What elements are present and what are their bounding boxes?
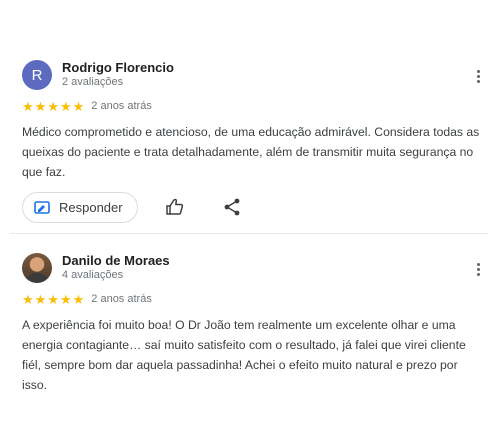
star-icon: ★	[59, 291, 72, 307]
more-vert-icon	[476, 69, 480, 73]
rating-row: ★ ★ ★ ★ ★ 2 anos atrás	[22, 98, 488, 114]
review-text: A experiência foi muito boa! O Dr João t…	[22, 318, 466, 392]
review-time: 2 anos atrás	[91, 100, 152, 112]
more-vert-icon	[476, 262, 480, 266]
review-actions: Responder	[22, 192, 488, 226]
reviewer-name[interactable]: Rodrigo Florencio	[62, 60, 174, 75]
star-icon: ★	[34, 98, 47, 114]
star-rating: ★ ★ ★ ★ ★	[22, 293, 84, 306]
reply-icon	[34, 200, 50, 214]
star-rating: ★ ★ ★ ★ ★	[22, 100, 84, 113]
avatar[interactable]	[22, 253, 52, 283]
review-text: Médico comprometido e atencioso, de uma …	[22, 125, 480, 179]
avatar[interactable]: R	[22, 60, 52, 90]
avatar-letter: R	[31, 66, 43, 84]
star-icon: ★	[47, 291, 59, 307]
review-header: Danilo de Moraes 4 avaliações	[22, 253, 488, 287]
star-icon: ★	[72, 291, 85, 307]
star-icon: ★	[34, 291, 47, 307]
more-options-button[interactable]	[468, 66, 488, 86]
review-card: R Rodrigo Florencio 2 avaliações ★ ★ ★ ★…	[22, 60, 488, 226]
review-count: 4 avaliações	[62, 269, 124, 281]
star-icon: ★	[72, 98, 85, 114]
star-icon: ★	[22, 291, 34, 307]
divider	[10, 233, 488, 234]
review-count: 2 avaliações	[62, 76, 124, 88]
star-icon: ★	[59, 98, 72, 114]
rating-row: ★ ★ ★ ★ ★ 2 anos atrás	[22, 291, 488, 307]
thumbs-up-icon[interactable]	[165, 197, 185, 217]
reply-button-label: Responder	[59, 200, 123, 215]
star-icon: ★	[47, 98, 59, 114]
more-options-button[interactable]	[468, 259, 488, 279]
review-header: R Rodrigo Florencio 2 avaliações	[22, 60, 488, 94]
reviewer-name[interactable]: Danilo de Moraes	[62, 253, 170, 268]
star-icon: ★	[22, 98, 34, 114]
share-icon[interactable]	[222, 197, 242, 217]
review-time: 2 anos atrás	[91, 293, 152, 305]
review-card: Danilo de Moraes 4 avaliações ★ ★ ★ ★ ★ …	[22, 253, 488, 395]
reply-button[interactable]: Responder	[22, 192, 138, 223]
